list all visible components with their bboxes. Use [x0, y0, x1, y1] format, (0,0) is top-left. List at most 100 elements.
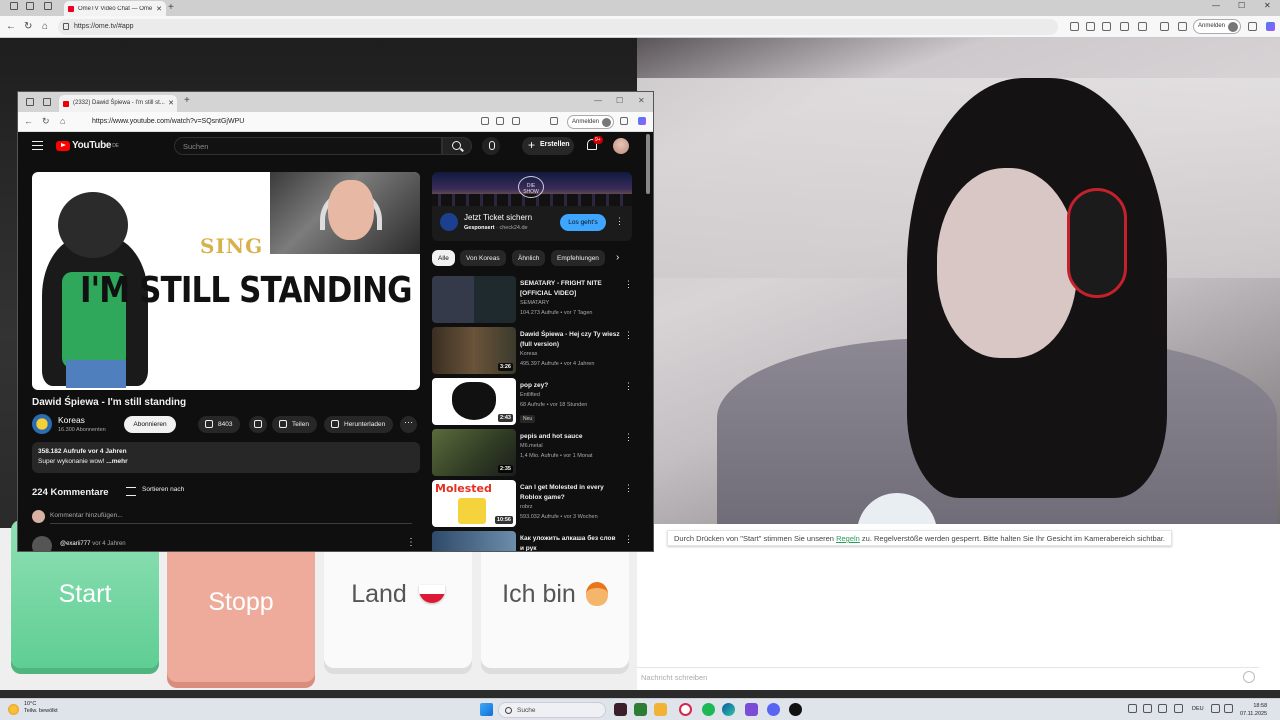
- recommendation-item[interactable]: Molested 10:56 Can I get Molested in eve…: [432, 480, 633, 527]
- ad-menu-icon[interactable]: ⋮: [615, 216, 624, 227]
- more-menu-icon[interactable]: [1248, 22, 1257, 31]
- like-button[interactable]: 8403: [198, 416, 241, 433]
- speaker-icon[interactable]: [1224, 704, 1233, 713]
- workspaces-icon[interactable]: [10, 2, 18, 10]
- video-player[interactable]: SING I'M STILL STANDING: [32, 172, 420, 390]
- favorites-icon[interactable]: [1160, 22, 1169, 31]
- file-explorer-icon[interactable]: [654, 703, 667, 716]
- maximize-button[interactable]: ☐: [1238, 1, 1245, 10]
- channel-avatar[interactable]: [32, 414, 52, 434]
- inner-maximize-button[interactable]: ☐: [616, 96, 623, 105]
- page-scrollbar[interactable]: [646, 134, 650, 194]
- recommendation-item[interactable]: Как уложить алкаша без слов и рук ⋮: [432, 531, 633, 551]
- minimize-button[interactable]: —: [1212, 1, 1220, 10]
- refresh-icon[interactable]: ↻: [24, 21, 32, 32]
- onedrive-icon[interactable]: [1143, 704, 1152, 713]
- chip-all[interactable]: Alle: [432, 250, 455, 266]
- chip-from-koreas[interactable]: Von Koreas: [460, 250, 506, 266]
- hamburger-menu-icon[interactable]: [32, 141, 43, 150]
- dislike-button[interactable]: [249, 416, 267, 433]
- chip-recommendations[interactable]: Empfehlungen: [551, 250, 605, 266]
- commenter-avatar[interactable]: [32, 536, 52, 551]
- tab-actions-icon[interactable]: [26, 2, 34, 10]
- comment-input[interactable]: Kommentar hinzufügen...: [50, 512, 412, 524]
- copilot-icon[interactable]: [1266, 22, 1275, 31]
- inner-workspaces-icon[interactable]: [26, 98, 34, 106]
- chip-similar[interactable]: Ähnlich: [512, 250, 546, 266]
- youtube-search-input[interactable]: Suchen: [174, 137, 442, 155]
- inner-favorites-icon[interactable]: [550, 117, 558, 125]
- discord-app-icon[interactable]: [767, 703, 780, 716]
- chat-message-input[interactable]: Nachricht schreiben: [637, 667, 1259, 685]
- back-icon[interactable]: ←: [6, 21, 16, 32]
- outer-url-field[interactable]: https://ome.tv/#app: [58, 19, 1058, 35]
- ad-cta-button[interactable]: Los geht's: [560, 214, 606, 231]
- opera-app-icon[interactable]: [679, 703, 692, 716]
- inner-refresh-icon[interactable]: ↻: [42, 116, 50, 127]
- inner-back-icon[interactable]: ←: [24, 116, 33, 126]
- new-tab-button[interactable]: +: [168, 2, 174, 13]
- close-window-button[interactable]: ✕: [1264, 1, 1271, 10]
- close-tab-icon[interactable]: ✕: [156, 5, 162, 13]
- inner-url-field[interactable]: https://www.youtube.com/watch?v=SQsntGjW…: [86, 115, 476, 129]
- inner-tab-youtube[interactable]: (2332) Dawid Śpiewa - I'm still st... ✕: [59, 95, 177, 112]
- inner-star-icon[interactable]: [512, 117, 520, 125]
- edge-app-icon[interactable]: [722, 703, 735, 716]
- terminal-app-icon[interactable]: [614, 703, 627, 716]
- taskbar-search[interactable]: Suche: [498, 702, 606, 718]
- spotify-app-icon[interactable]: [702, 703, 715, 716]
- sponsored-ad[interactable]: DIE SHOW Jetzt Ticket sichern Gesponsert…: [432, 172, 632, 241]
- inner-reader-icon[interactable]: [496, 117, 504, 125]
- obs-app-icon[interactable]: [789, 703, 802, 716]
- show-more-link[interactable]: ...mehr: [106, 458, 127, 465]
- home-icon[interactable]: ⌂: [42, 21, 48, 32]
- more-actions-button[interactable]: ⋯: [400, 416, 417, 433]
- comment-author[interactable]: @exarii777 vor 4 Jahren: [60, 540, 126, 547]
- download-button[interactable]: Herunterladen: [324, 416, 394, 433]
- youtube-logo[interactable]: YouTube DE: [56, 140, 119, 151]
- twitch-app-icon[interactable]: [745, 703, 758, 716]
- rec-menu-icon[interactable]: ⋮: [624, 279, 633, 290]
- language-indicator[interactable]: DEU: [1192, 706, 1204, 712]
- channel-name[interactable]: Koreas: [58, 415, 85, 425]
- create-button[interactable]: Erstellen: [522, 137, 574, 155]
- inner-app-icon[interactable]: [481, 117, 489, 125]
- rec-menu-icon[interactable]: ⋮: [624, 330, 633, 341]
- comment-menu-icon[interactable]: ⋮: [406, 537, 416, 548]
- inner-copilot-icon[interactable]: [638, 117, 646, 125]
- favorite-star-icon[interactable]: [1138, 22, 1147, 31]
- tray-chevron-icon[interactable]: [1128, 704, 1137, 713]
- weather-widget[interactable]: 10°C Teilw. bewölkt: [8, 701, 58, 715]
- steam-icon[interactable]: [1158, 704, 1167, 713]
- rules-link[interactable]: Regeln: [836, 534, 860, 543]
- share-button[interactable]: Teilen: [272, 416, 317, 433]
- recommendation-item[interactable]: 2:43 pop zey? Entlifted 68 Aufrufe • vor…: [432, 378, 633, 425]
- inner-home-icon[interactable]: ⌂: [60, 116, 65, 126]
- inner-close-button[interactable]: ✕: [638, 96, 645, 105]
- youtube-account-avatar[interactable]: [613, 138, 629, 154]
- rec-menu-icon[interactable]: ⋮: [624, 534, 633, 545]
- tray-app-icon[interactable]: [1174, 704, 1183, 713]
- system-clock[interactable]: 18:58 07.11.2025: [1240, 702, 1267, 718]
- media-icon[interactable]: [1120, 22, 1129, 31]
- outer-signin-button[interactable]: Anmelden: [1193, 19, 1241, 34]
- inner-close-tab-icon[interactable]: ✕: [168, 99, 174, 107]
- inner-more-icon[interactable]: [620, 117, 628, 125]
- recommendation-item[interactable]: 2:35 pepis and hot sauce M6.metal 1,4 Mi…: [432, 429, 633, 476]
- description-box[interactable]: 358.182 Aufrufe vor 4 Jahren Super wykon…: [32, 442, 420, 473]
- emoji-icon[interactable]: [1243, 671, 1255, 683]
- outer-tab-ometv[interactable]: OmeTV Video Chat — Ome ✕: [64, 1, 166, 16]
- wifi-icon[interactable]: [1211, 704, 1220, 713]
- rec-menu-icon[interactable]: ⋮: [624, 432, 633, 443]
- search-icon[interactable]: [442, 137, 472, 155]
- app-available-icon[interactable]: [1070, 22, 1079, 31]
- windows-start-icon[interactable]: [480, 703, 493, 716]
- voice-search-icon[interactable]: [482, 137, 500, 155]
- subscribe-button[interactable]: Abonnieren: [124, 416, 176, 433]
- minecraft-app-icon[interactable]: [634, 703, 647, 716]
- rec-menu-icon[interactable]: ⋮: [624, 483, 633, 494]
- rec-menu-icon[interactable]: ⋮: [624, 381, 633, 392]
- chevron-right-icon[interactable]: ›: [616, 252, 619, 263]
- recommendation-item[interactable]: SEMATARY - FRIGHT NITE [OFFICIAL VIDEO] …: [432, 276, 633, 323]
- tracking-icon[interactable]: [1102, 22, 1111, 31]
